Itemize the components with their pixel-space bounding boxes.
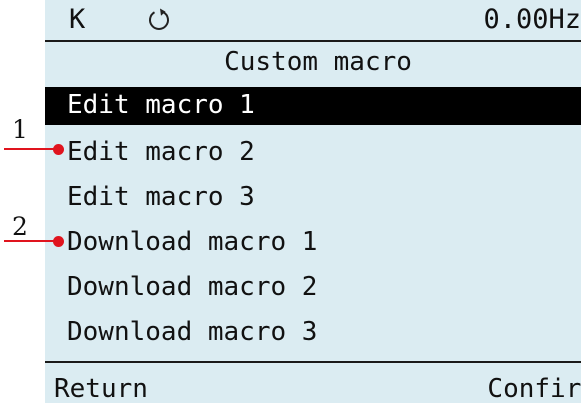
macro-menu: Edit macro 1 Edit macro 2 Edit macro 3 D… xyxy=(45,87,581,357)
confirm-softkey[interactable]: Confirm xyxy=(487,372,581,403)
callout-dot-icon xyxy=(53,144,64,155)
callout-leader-line xyxy=(4,148,58,150)
callout-number: 2 xyxy=(12,212,28,241)
rotate-icon xyxy=(149,8,169,30)
menu-item-download-macro-1[interactable]: Download macro 1 xyxy=(45,222,581,267)
mode-indicator: K xyxy=(69,4,86,35)
header-divider xyxy=(45,40,581,42)
menu-item-download-macro-2[interactable]: Download macro 2 xyxy=(45,267,581,312)
menu-item-edit-macro-3[interactable]: Edit macro 3 xyxy=(45,177,581,222)
callout-dot-icon xyxy=(53,236,64,247)
callout-2: 2 xyxy=(0,212,70,247)
frequency-readout: 0.00Hz xyxy=(483,4,581,35)
callout-1: 1 xyxy=(0,117,70,155)
status-bar: K 0.00Hz xyxy=(45,0,581,40)
lcd-screen: K 0.00Hz Custom macro Edit macro 1 Edit … xyxy=(45,0,581,403)
callout-number: 1 xyxy=(12,115,28,144)
return-softkey[interactable]: Return xyxy=(54,372,148,403)
menu-item-edit-macro-1[interactable]: Edit macro 1 xyxy=(45,87,581,125)
footer-divider xyxy=(45,361,581,363)
menu-item-download-macro-3[interactable]: Download macro 3 xyxy=(45,312,581,357)
menu-item-edit-macro-2[interactable]: Edit macro 2 xyxy=(45,132,581,177)
callout-leader-line xyxy=(4,240,58,242)
page-title: Custom macro xyxy=(224,47,412,77)
